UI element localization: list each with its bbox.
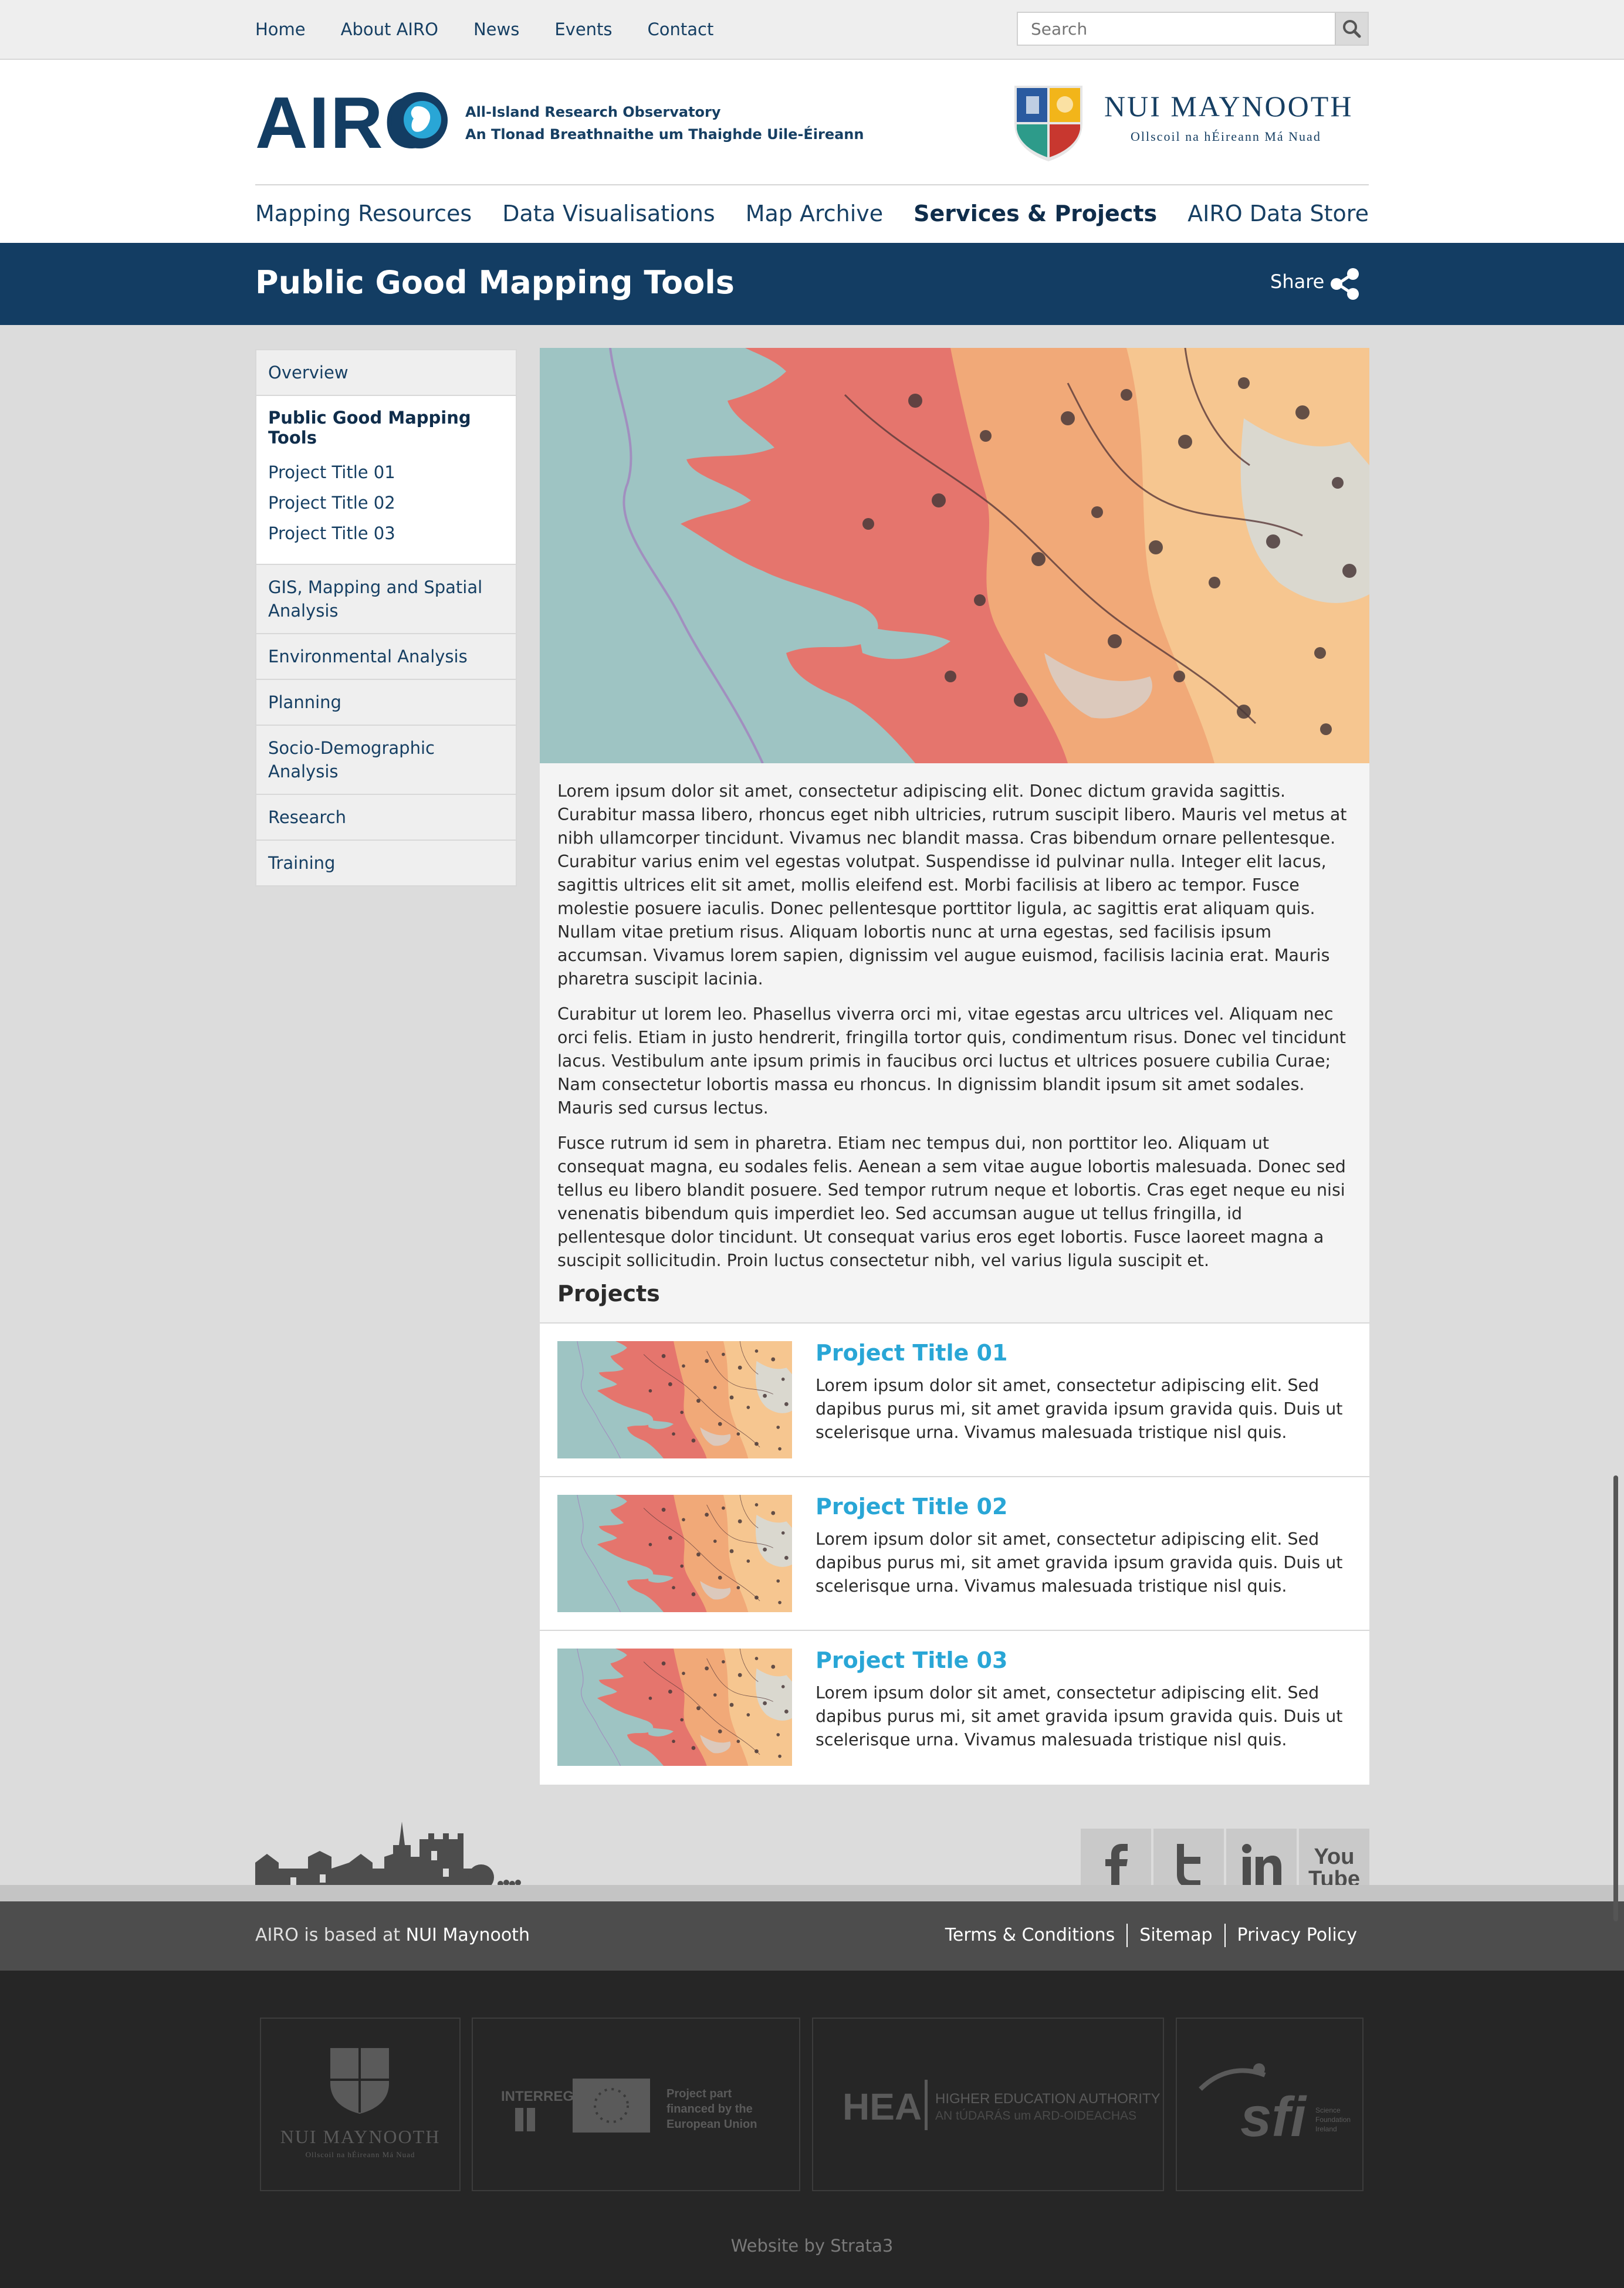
project-title[interactable]: Project Title 01 — [816, 1340, 1007, 1366]
topnav-events[interactable]: Events — [554, 19, 612, 39]
nui-maynooth-logo[interactable]: NUI MAYNOOTH Ollscoil na hÉireann Má Nua… — [1013, 82, 1371, 164]
privacy-link[interactable]: Privacy Policy — [1224, 1924, 1369, 1947]
sidebar-subitem-project-03[interactable]: Project Title 03 — [268, 518, 504, 549]
partner-nui[interactable]: NUI MAYNOOTH Ollscoil na hÉireann Má Nua… — [260, 2018, 461, 2191]
nui-partner-logo: NUI MAYNOOTH Ollscoil na hÉireann Má Nua… — [280, 2048, 441, 2159]
nui-logo-sub: Ollscoil na hÉireann Má Nuad — [1131, 129, 1321, 144]
search-button[interactable] — [1335, 13, 1368, 45]
share-icon[interactable] — [1327, 266, 1362, 302]
main-content: Lorem ipsum dolor sit amet, consectetur … — [540, 348, 1369, 1785]
sidebar-group-public-good: Public Good Mapping Tools Project Title … — [255, 396, 517, 565]
hea-partner-logo: HEA HIGHER EDUCATION AUTHORITY AN tÚDARÁ… — [843, 2080, 1161, 2130]
partner-sfi[interactable]: sfi Science Foundation Ireland — [1176, 2018, 1364, 2191]
hea-text: HEA — [843, 2086, 922, 2128]
footer-bar: AIRO is based at NUI Maynooth Terms & Co… — [0, 1901, 1624, 1971]
project-card[interactable]: Project Title 03 Lorem ipsum dolor sit a… — [540, 1630, 1369, 1785]
tagline: All-Island Research Observatory An Tlona… — [465, 101, 864, 145]
sidebar-item-research[interactable]: Research — [255, 795, 517, 841]
interreg-caption-2: financed by the — [666, 2103, 753, 2116]
based-at-prefix: AIRO is based at — [255, 1925, 401, 1945]
tagline-en: All-Island Research Observatory — [465, 104, 721, 120]
top-nav: Home About AIRO News Events Contact — [255, 0, 713, 59]
topnav-news[interactable]: News — [473, 19, 519, 39]
footer-strip — [0, 1885, 1624, 1901]
site-credit[interactable]: Website by Strata3 — [0, 2236, 1624, 2256]
sitemap-link[interactable]: Sitemap — [1126, 1924, 1224, 1947]
hea-caption-2: AN tÚDARÁS um ARD-OIDEACHAS — [935, 2109, 1136, 2123]
body-text: Lorem ipsum dolor sit amet, consectetur … — [557, 780, 1355, 1284]
page-title: Public Good Mapping Tools — [255, 264, 735, 301]
sfi-text: sfi — [1240, 2086, 1307, 2148]
sidebar-subitem-project-01[interactable]: Project Title 01 — [268, 457, 504, 488]
project-card[interactable]: Project Title 02 Lorem ipsum dolor sit a… — [540, 1476, 1369, 1631]
interreg-partner-logo: INTERREG Project part financed by the Eu… — [501, 2079, 757, 2133]
based-at-text: AIRO is based at NUI Maynooth — [255, 1925, 530, 1945]
project-description: Lorem ipsum dolor sit amet, consectetur … — [816, 1683, 1343, 1749]
site-header: AIRO All-Island Research Observatory An … — [0, 60, 1624, 243]
airo-logo[interactable]: AIRO — [255, 89, 449, 154]
project-title[interactable]: Project Title 03 — [816, 1647, 1007, 1673]
search-icon — [1343, 20, 1361, 38]
sidebar-item-environmental[interactable]: Environmental Analysis — [255, 634, 517, 680]
project-thumbnail[interactable] — [557, 1341, 792, 1458]
paragraph-3: Fusce rutrum id sem in pharetra. Etiam n… — [557, 1133, 1346, 1270]
based-at-link[interactable]: NUI Maynooth — [406, 1925, 530, 1945]
search-box — [1017, 12, 1369, 46]
project-title[interactable]: Project Title 02 — [816, 1494, 1007, 1519]
project-thumbnail[interactable] — [557, 1495, 792, 1612]
sidebar-item-overview[interactable]: Overview — [255, 349, 517, 396]
sfi-caption-1: Science — [1315, 2106, 1341, 2114]
hero-map-image — [540, 348, 1369, 763]
project-description: Lorem ipsum dolor sit amet, consectetur … — [816, 1529, 1343, 1596]
sidebar-item-gis[interactable]: GIS, Mapping and Spatial Analysis — [255, 565, 517, 634]
topnav-contact[interactable]: Contact — [648, 19, 714, 39]
project-card[interactable]: Project Title 01 Lorem ipsum dolor sit a… — [540, 1322, 1369, 1477]
sfi-caption-3: Ireland — [1315, 2125, 1337, 2133]
sidebar-item-socio-demographic[interactable]: Socio-Demographic Analysis — [255, 726, 517, 795]
project-thumbnail[interactable] — [557, 1649, 792, 1766]
interreg-caption-3: European Union — [666, 2118, 757, 2131]
interreg-caption-1: Project part — [666, 2087, 732, 2100]
partner-hea[interactable]: HEA HIGHER EDUCATION AUTHORITY AN tÚDARÁ… — [812, 2018, 1164, 2191]
sidebar-item-public-good-mapping[interactable]: Public Good Mapping Tools — [268, 408, 504, 448]
sfi-partner-logo: sfi Science Foundation Ireland — [1199, 2063, 1351, 2148]
search-input[interactable] — [1018, 13, 1335, 45]
share-label[interactable]: Share — [1270, 270, 1324, 293]
footer-partners: NUI MAYNOOTH Ollscoil na hÉireann Má Nua… — [0, 1971, 1624, 2288]
top-bar: Home About AIRO News Events Contact — [0, 0, 1624, 60]
nui-partner-sub: Ollscoil na hÉireann Má Nuad — [306, 2150, 415, 2159]
project-description: Lorem ipsum dolor sit amet, consectetur … — [816, 1376, 1343, 1442]
sidebar-item-planning[interactable]: Planning — [255, 680, 517, 726]
sidebar-subitem-project-02[interactable]: Project Title 02 — [268, 488, 504, 518]
topnav-home[interactable]: Home — [255, 19, 306, 39]
mainnav-data-visualisations[interactable]: Data Visualisations — [502, 201, 715, 226]
terms-link[interactable]: Terms & Conditions — [933, 1924, 1127, 1947]
sidebar: Overview Public Good Mapping Tools Proje… — [255, 349, 517, 886]
nui-partner-text: NUI MAYNOOTH — [280, 2126, 441, 2147]
nui-logo-text: NUI MAYNOOTH — [1104, 90, 1353, 123]
partner-interreg[interactable]: INTERREG Project part financed by the Eu… — [472, 2018, 800, 2191]
tagline-ga: An Tlonad Breathnaithe um Thaighde Uile-… — [465, 126, 864, 143]
mainnav-map-archive[interactable]: Map Archive — [746, 201, 883, 226]
paragraph-1: Lorem ipsum dolor sit amet, consectetur … — [557, 781, 1347, 989]
nui-crest-icon — [1014, 86, 1082, 161]
svg-text:You: You — [1314, 1844, 1355, 1869]
mainnav-services-projects[interactable]: Services & Projects — [914, 201, 1157, 226]
topnav-about[interactable]: About AIRO — [341, 19, 438, 39]
scrollbar[interactable] — [1613, 1475, 1618, 1921]
interreg-text: INTERREG — [501, 2089, 574, 2104]
hea-caption-1: HIGHER EDUCATION AUTHORITY — [935, 2091, 1161, 2107]
title-band: Public Good Mapping Tools Share — [0, 243, 1624, 325]
sfi-caption-2: Foundation — [1315, 2116, 1351, 2124]
legal-links: Terms & Conditions Sitemap Privacy Polic… — [933, 1924, 1369, 1947]
mainnav-mapping-resources[interactable]: Mapping Resources — [255, 201, 472, 226]
mainnav-data-store[interactable]: AIRO Data Store — [1187, 201, 1369, 226]
paragraph-2: Curabitur ut lorem leo. Phasellus viverr… — [557, 1004, 1346, 1118]
sidebar-item-training[interactable]: Training — [255, 841, 517, 886]
main-nav: Mapping Resources Data Visualisations Ma… — [255, 184, 1369, 243]
projects-heading: Projects — [557, 1281, 660, 1307]
